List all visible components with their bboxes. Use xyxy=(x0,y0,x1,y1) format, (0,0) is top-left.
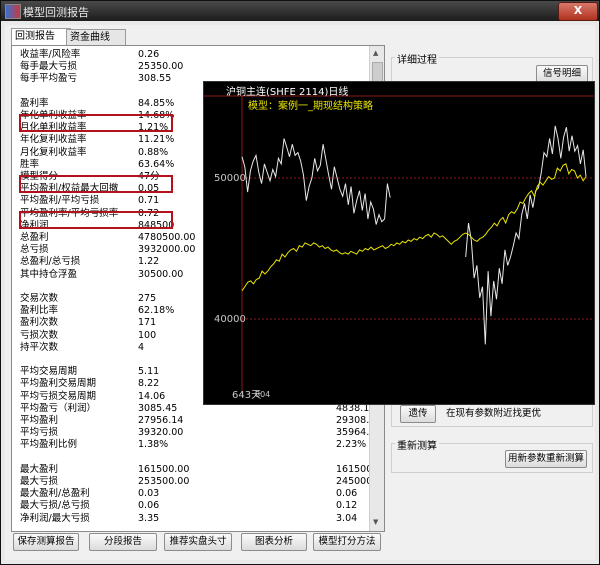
chart-canvas xyxy=(204,95,594,396)
tab-backtest-report[interactable]: 回测报告 xyxy=(11,28,71,46)
report-row-value: 253500.00 xyxy=(138,476,190,487)
report-row-label: 盈利比率 xyxy=(20,305,59,317)
window-title: 模型回测报告 xyxy=(23,6,89,19)
report-row-label: 总盈利 xyxy=(20,232,49,243)
report-row-value: 14.06 xyxy=(138,390,166,402)
report-row-value: 0.26 xyxy=(138,49,160,60)
report-row-value: 25350.00 xyxy=(138,61,184,73)
report-row-value: 4780500.00 xyxy=(138,232,196,243)
report-row-label: 持平次数 xyxy=(20,341,59,353)
tab-equity-curve[interactable]: 资金曲线 xyxy=(66,29,126,45)
y-tick-label-50000: 50000 xyxy=(214,173,246,184)
report-row-label: 平均盈利比例 xyxy=(20,439,78,451)
report-row-label: 平均交易周期 xyxy=(20,366,78,378)
highlight-profit-loss-ratio xyxy=(19,211,173,229)
report-row-value: 84.85% xyxy=(138,97,175,109)
report-row-label: 平均盈利交易周期 xyxy=(20,378,97,390)
title-bar[interactable]: 模型回测报告 X xyxy=(1,1,599,21)
retest-button[interactable]: 用新参数重新测算 xyxy=(505,450,587,468)
report-row-value: 0.88% xyxy=(138,146,169,158)
report-row-value: 11.21% xyxy=(138,134,175,146)
retest-group-label: 重新测算 xyxy=(395,437,439,452)
report-row-label: 胜率 xyxy=(20,158,40,170)
scroll-down-icon[interactable]: ▼ xyxy=(373,518,378,526)
report-row-label: 收益率/风险率 xyxy=(20,49,81,60)
report-row-label: 交易次数 xyxy=(20,293,59,304)
price-chart-overlay[interactable]: 沪铜主连(SHFE 2114)日线 模型：案例一_期现结构策略 50000 40… xyxy=(203,81,595,405)
report-row-value: 171 xyxy=(138,317,157,329)
report-row-label: 最大盈利 xyxy=(20,463,59,475)
recommend-position-button[interactable]: 推荐实盘头寸 xyxy=(164,533,232,551)
report-row-value: 3932000.00 xyxy=(138,244,196,256)
report-row-label: 最大亏损/总亏损 xyxy=(20,500,90,512)
report-row-value: 3085.45 xyxy=(138,402,178,414)
report-row-value: 0.71 xyxy=(138,195,160,207)
chart-bar-code: 804 xyxy=(255,390,271,399)
report-row-label: 月化复利收益率 xyxy=(20,146,87,158)
segment-report-button[interactable]: 分段报告 xyxy=(89,533,157,551)
report-row-value: 0.06 xyxy=(138,500,160,512)
highlight-win-rate xyxy=(19,175,173,193)
report-row-value: 8.22 xyxy=(138,378,160,390)
report-row-label: 每手平均盈亏 xyxy=(20,73,78,85)
report-row-value: 63.64% xyxy=(138,158,175,170)
report-row-value: 275 xyxy=(138,293,157,304)
scroll-up-icon[interactable]: ▲ xyxy=(373,49,378,57)
detail-group-label: 详细过程 xyxy=(395,51,439,66)
report-row-value: 62.18% xyxy=(138,305,175,317)
report-row-label: 平均盈亏（利润） xyxy=(20,402,97,414)
report-row-label: 亏损次数 xyxy=(20,329,59,341)
report-row-value-alt: 3.04 xyxy=(336,512,358,524)
report-row-label: 每手最大亏损 xyxy=(20,61,78,73)
report-row-value: 3.35 xyxy=(138,512,160,524)
chart-model-label: 模型：案例一_期现结构策略 xyxy=(248,101,373,112)
y-tick-label-40000: 40000 xyxy=(214,314,246,325)
app-icon xyxy=(5,4,21,19)
report-row-value: 100 xyxy=(138,329,157,341)
report-row-label: 其中持仓浮盈 xyxy=(20,268,78,280)
report-row-label: 最大亏损 xyxy=(20,476,59,487)
inherit-description: 在现有参数附近找更优 xyxy=(446,408,542,419)
report-row-label: 年化复利收益率 xyxy=(20,134,87,146)
report-row-value: 0.03 xyxy=(138,488,160,500)
report-row-label: 总盈利/总亏损 xyxy=(20,256,81,268)
report-row-label: 盈利率 xyxy=(20,97,49,109)
report-row-value-alt: 0.12 xyxy=(336,500,358,512)
scoring-method-button[interactable]: 模型打分方法 xyxy=(313,533,381,551)
chart-analysis-button[interactable]: 图表分析 xyxy=(241,533,307,551)
report-row-value: 30500.00 xyxy=(138,268,184,280)
price-series-line xyxy=(241,125,587,345)
chart-instrument-title: 沪铜主连(SHFE 2114)日线 xyxy=(226,87,349,98)
report-row-label: 盈利次数 xyxy=(20,317,59,329)
report-row-label: 总亏损 xyxy=(20,244,49,256)
report-row-value: 27956.14 xyxy=(138,415,184,426)
report-row-value: 308.55 xyxy=(138,73,172,85)
report-row-value-alt: 2.23% xyxy=(336,439,367,451)
report-row-value: 5.11 xyxy=(138,366,160,378)
report-row-label: 最大盈利/总盈利 xyxy=(20,488,90,500)
report-row-value: 1.22 xyxy=(138,256,160,268)
save-report-button[interactable]: 保存测算报告 xyxy=(13,533,79,551)
report-row-label: 平均盈利/平均亏损 xyxy=(20,195,100,207)
highlight-profit-rate xyxy=(19,114,173,132)
close-button[interactable]: X xyxy=(558,2,598,21)
report-row-value: 39320.00 xyxy=(138,427,184,439)
report-row-label: 平均亏损交易周期 xyxy=(20,390,97,402)
report-row-label: 平均盈利 xyxy=(20,415,59,426)
report-row-label: 净利润/最大亏损 xyxy=(20,512,90,524)
report-row-value: 4 xyxy=(138,341,145,353)
report-row-label: 平均亏损 xyxy=(20,427,59,439)
report-row-value-alt: 0.06 xyxy=(336,488,358,500)
equity-series-line xyxy=(241,163,587,292)
report-row-value: 1.38% xyxy=(138,439,169,451)
inherit-button[interactable]: 遗传 xyxy=(400,405,436,423)
report-row-value: 161500.00 xyxy=(138,463,190,475)
